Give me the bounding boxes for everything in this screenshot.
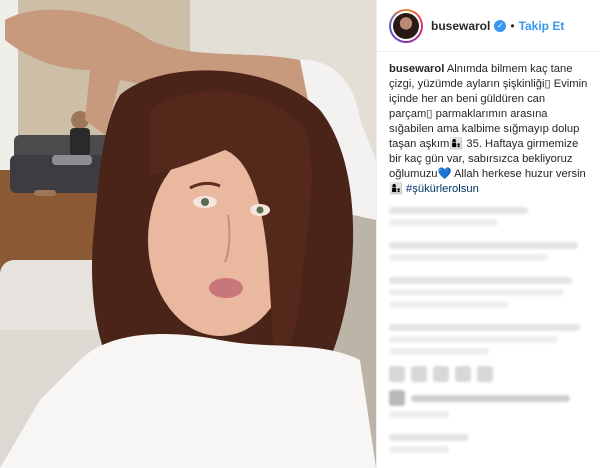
selfie-image [0,0,376,468]
blurred-emoji [477,366,493,382]
blurred-comment-line [411,394,571,402]
blurred-comment-line [389,289,565,296]
instagram-post: busewarol ✓ • Takip Et busewarol Alnımda… [0,0,600,468]
blurred-comment-line [389,219,499,226]
blurred-comment-line [389,207,529,214]
caption-username[interactable]: busewarol [389,63,444,75]
header-username[interactable]: busewarol [431,19,490,33]
post-header: busewarol ✓ • Takip Et [377,0,600,52]
blurred-comments [389,207,588,453]
heart-icon: 💙 [437,168,452,180]
blurred-comment-line [389,324,581,331]
blurred-emoji [411,366,427,382]
blurred-comment-line [389,348,489,355]
mother-child-emoji-2: 👩‍👦 [389,183,403,195]
post-caption: busewarol Alnımda bilmem kaç tane çizgi,… [389,62,588,197]
blurred-comment-line [389,277,573,284]
blurred-emoji [455,366,471,382]
post-photo[interactable] [0,0,376,468]
post-side-panel: busewarol ✓ • Takip Et busewarol Alnımda… [376,0,600,468]
avatar-image [393,12,419,39]
follow-button[interactable]: Takip Et [519,19,565,33]
blurred-emoji [389,366,405,382]
blurred-comment-line [389,446,449,453]
blurred-comment-line [389,254,549,261]
blurred-comment-line [389,411,449,418]
caption-text-5: Allah herkese huzur versin [451,168,586,180]
blurred-emoji [433,366,449,382]
blurred-comment-line [389,301,509,308]
blurred-comment-line [389,336,559,343]
comments-area: busewarol Alnımda bilmem kaç tane çizgi,… [377,52,600,468]
blurred-comment-line [389,242,579,249]
verified-badge-icon: ✓ [494,19,507,32]
separator-dot: • [510,18,515,33]
mother-child-emoji-1: 👩‍👦 [449,138,464,150]
blurred-avatar [389,390,405,406]
hashtag-link[interactable]: #şükürlerolsun [406,183,479,195]
blurred-comment-line [389,434,469,441]
profile-avatar[interactable] [389,8,423,43]
